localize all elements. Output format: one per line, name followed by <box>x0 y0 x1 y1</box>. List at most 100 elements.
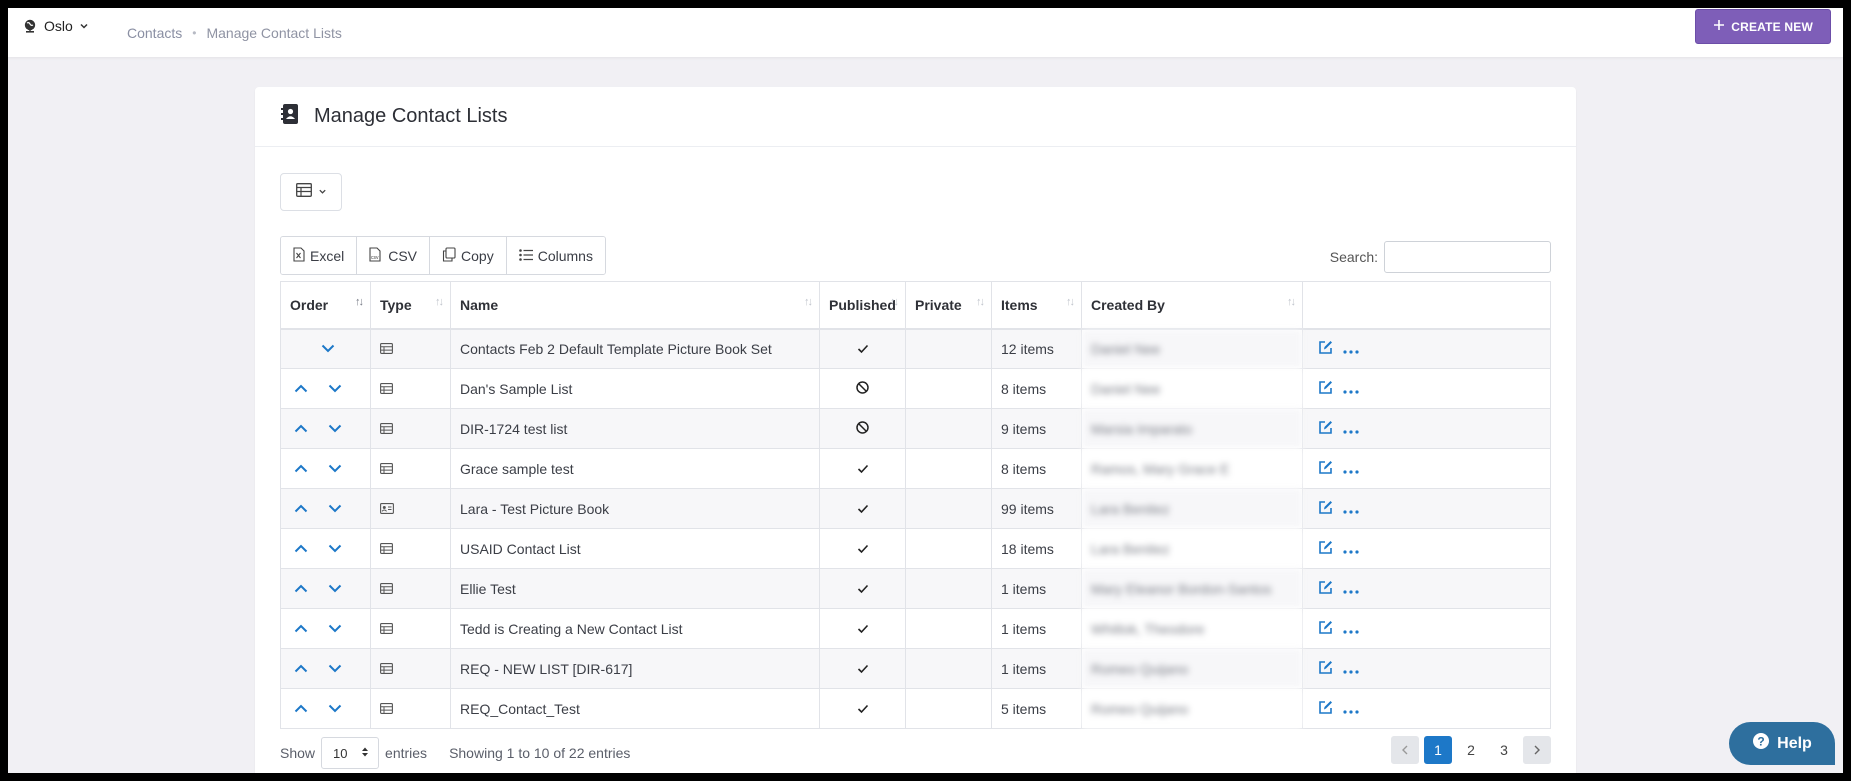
move-down-icon[interactable] <box>324 658 346 680</box>
move-up-icon[interactable] <box>290 658 312 680</box>
order-controls <box>290 338 361 360</box>
order-cell <box>280 528 371 569</box>
list-name[interactable]: Tedd is Creating a New Contact List <box>450 608 820 649</box>
breadcrumb-contacts[interactable]: Contacts <box>127 25 182 41</box>
list-name[interactable]: REQ - NEW LIST [DIR-617] <box>450 648 820 689</box>
card-header: Manage Contact Lists <box>255 87 1576 147</box>
items-count: 99 items <box>991 488 1082 529</box>
edit-icon[interactable] <box>1318 460 1333 478</box>
list-name[interactable]: Contacts Feb 2 Default Template Picture … <box>450 328 820 369</box>
svg-text:csv: csv <box>371 255 379 261</box>
column-header-private[interactable]: Private ↑↓ <box>905 281 992 330</box>
list-name[interactable]: REQ_Contact_Test <box>450 688 820 729</box>
edit-icon[interactable] <box>1318 580 1333 598</box>
column-header-type[interactable]: Type ↑↓ <box>370 281 451 330</box>
sort-asc-icon: ↑↓ <box>355 296 364 308</box>
table-row: USAID Contact List 18 items Lara Benitez <box>280 528 1551 569</box>
move-down-icon[interactable] <box>324 458 346 480</box>
list-name[interactable]: USAID Contact List <box>450 528 820 569</box>
copy-button[interactable]: Copy <box>430 237 507 274</box>
more-options-icon[interactable] <box>1343 501 1359 517</box>
type-cell <box>370 648 451 689</box>
move-up-icon[interactable] <box>290 578 312 600</box>
page-length-select[interactable]: 10 <box>321 737 380 769</box>
private-cell <box>905 568 992 609</box>
list-name[interactable]: Lara - Test Picture Book <box>450 488 820 529</box>
move-down-icon[interactable] <box>324 498 346 520</box>
created-by: Lara Benitez <box>1081 528 1303 569</box>
table-icon <box>380 383 441 394</box>
page-button-3[interactable]: 3 <box>1490 736 1518 764</box>
edit-icon[interactable] <box>1318 540 1333 558</box>
more-options-icon[interactable] <box>1343 341 1359 357</box>
export-button-group: Excel csv CSV Copy Columns <box>280 236 606 275</box>
edit-icon[interactable] <box>1318 380 1333 398</box>
created-by: Romeo Quijano <box>1081 688 1303 729</box>
more-options-icon[interactable] <box>1343 541 1359 557</box>
more-options-icon[interactable] <box>1343 381 1359 397</box>
columns-button[interactable]: Columns <box>506 237 605 274</box>
move-up-icon[interactable] <box>290 538 312 560</box>
csv-button[interactable]: csv CSV <box>357 237 431 274</box>
more-options-icon[interactable] <box>1343 661 1359 677</box>
more-options-icon[interactable] <box>1343 581 1359 597</box>
column-header-name[interactable]: Name ↑↓ <box>450 281 820 330</box>
move-down-icon[interactable] <box>324 618 346 640</box>
move-down-icon[interactable] <box>324 378 346 400</box>
move-down-icon[interactable] <box>324 418 346 440</box>
more-options-icon[interactable] <box>1343 621 1359 637</box>
move-up-icon[interactable] <box>290 498 312 520</box>
more-options-icon[interactable] <box>1343 421 1359 437</box>
edit-icon[interactable] <box>1318 420 1333 438</box>
move-up-icon[interactable] <box>290 418 312 440</box>
edit-icon[interactable] <box>1318 620 1333 638</box>
move-down-icon[interactable] <box>324 538 346 560</box>
order-controls <box>290 418 361 440</box>
view-toggle-dropdown[interactable] <box>280 173 342 211</box>
previous-page-button[interactable] <box>1391 736 1419 764</box>
excel-button[interactable]: Excel <box>281 237 358 274</box>
type-cell <box>370 368 451 409</box>
move-up-icon[interactable] <box>290 458 312 480</box>
move-down-icon[interactable] <box>324 578 346 600</box>
column-header-order[interactable]: Order ↑↓ <box>280 281 371 330</box>
edit-icon[interactable] <box>1318 660 1333 678</box>
help-button[interactable]: ? Help <box>1729 722 1835 765</box>
table-icon <box>380 463 441 474</box>
list-name[interactable]: Grace sample test <box>450 448 820 489</box>
create-new-button[interactable]: CREATE NEW <box>1695 9 1831 44</box>
page-button-2[interactable]: 2 <box>1457 736 1485 764</box>
published-cell <box>819 568 906 609</box>
order-controls <box>290 578 361 600</box>
list-name[interactable]: DIR-1724 test list <box>450 408 820 449</box>
created-by: Romeo Quijano <box>1081 648 1303 689</box>
type-cell <box>370 608 451 649</box>
site-switcher[interactable]: Oslo <box>22 18 89 34</box>
list-name[interactable]: Dan's Sample List <box>450 368 820 409</box>
next-page-button[interactable] <box>1523 736 1551 764</box>
column-header-published[interactable]: Published ↑↓ <box>819 281 906 330</box>
move-down-icon[interactable] <box>317 338 339 360</box>
create-new-label: CREATE NEW <box>1731 19 1813 34</box>
move-up-icon[interactable] <box>290 378 312 400</box>
search-input[interactable] <box>1384 241 1551 273</box>
edit-icon[interactable] <box>1318 500 1333 518</box>
column-header-items[interactable]: Items ↑↓ <box>991 281 1082 330</box>
list-name[interactable]: Ellie Test <box>450 568 820 609</box>
copy-label: Copy <box>461 247 494 264</box>
more-options-icon[interactable] <box>1343 701 1359 717</box>
address-book-icon <box>281 103 301 130</box>
move-up-icon[interactable] <box>290 698 312 720</box>
edit-icon[interactable] <box>1318 700 1333 718</box>
order-controls <box>290 698 361 720</box>
column-header-created-by[interactable]: Created By ↑↓ <box>1081 281 1303 330</box>
edit-icon[interactable] <box>1318 340 1333 358</box>
order-controls <box>290 618 361 640</box>
published-cell <box>819 648 906 689</box>
search-label: Search: <box>1329 249 1378 265</box>
move-up-icon[interactable] <box>290 618 312 640</box>
page-button-1[interactable]: 1 <box>1424 736 1452 764</box>
order-controls <box>290 538 361 560</box>
move-down-icon[interactable] <box>324 698 346 720</box>
more-options-icon[interactable] <box>1343 461 1359 477</box>
